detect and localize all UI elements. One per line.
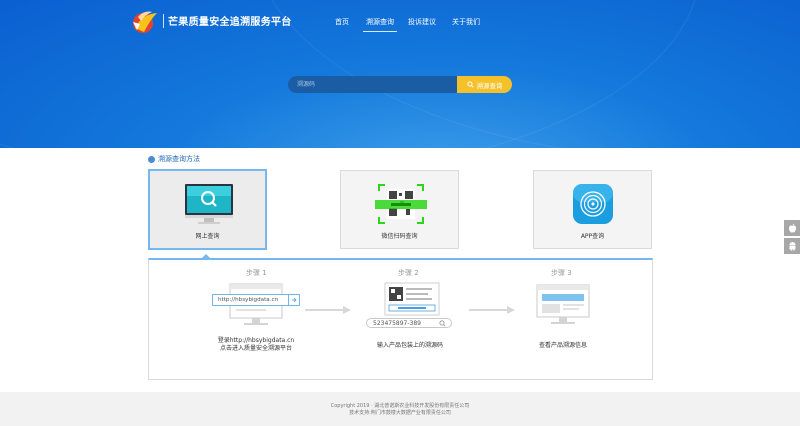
footer: Copyright 2019 · 湖北普诺斯农业科技开发股份有限责任公司 技术支… — [0, 392, 800, 426]
search-icon — [439, 319, 446, 327]
url-text: http://hbsybigdata.cn — [218, 297, 279, 303]
trace-code-display-box: 523475897-389 — [366, 318, 452, 328]
step-3-desc: 查看产品溯源信息 — [538, 342, 587, 349]
trace-code-search-input[interactable] — [288, 76, 458, 93]
section-title: 溯源查询方法 — [148, 154, 200, 164]
hero-banner — [0, 0, 800, 148]
url-box: http://hbsybigdata.cn — [212, 294, 300, 306]
step-3-title: 步骤 3 — [551, 269, 572, 277]
method-label-online: 网上查询 — [195, 233, 220, 240]
step-arrow-icon — [469, 306, 515, 314]
product-label-icon — [384, 282, 440, 316]
nav-about-us[interactable]: 关于我们 — [452, 17, 480, 27]
mango-logo-icon — [133, 11, 157, 33]
apple-icon — [788, 223, 796, 233]
trace-code-text: 523475897-389 — [373, 319, 421, 327]
method-card-wechat[interactable]: 微信扫码查询 — [340, 170, 459, 249]
section-bullet-icon — [148, 155, 155, 163]
step-arrow-icon — [305, 306, 351, 314]
step-2-desc: 输入产品包装上的溯源码 — [376, 342, 443, 349]
step-2-title: 步骤 2 — [398, 269, 419, 277]
step-1-title: 步骤 1 — [246, 269, 267, 277]
nav-trace-query[interactable]: 溯源查询 — [363, 17, 397, 32]
site-title: 芒果质量安全追溯服务平台 — [168, 17, 292, 28]
nav-home[interactable]: 首页 — [335, 17, 349, 27]
arrow-right-icon — [288, 295, 299, 305]
nav-complaints[interactable]: 投诉建议 — [408, 17, 436, 27]
footer-copyright: Copyright 2019 · 湖北普诺斯农业科技开发股份有限责任公司 — [330, 403, 470, 409]
footer-tech-support: 技术支持:荆门市鼓楼大数据产业有限责任公司 — [349, 410, 451, 416]
fingerprint-app-icon — [573, 184, 613, 224]
step-1-desc-line2: 点击进入质量安全溯源平台 — [219, 345, 292, 353]
search-icon — [466, 81, 474, 88]
trace-info-monitor-icon — [536, 284, 590, 324]
method-card-online[interactable]: 网上查询 — [148, 169, 267, 250]
ios-app-button[interactable] — [784, 220, 800, 236]
section-title-text: 溯源查询方法 — [158, 155, 200, 163]
monitor-search-icon — [185, 184, 233, 224]
android-app-button[interactable] — [784, 238, 800, 254]
step-1-desc-line1: 登录http://hbsybigdata.cn — [217, 337, 295, 344]
trace-search-button-label: 溯源查询 — [476, 81, 503, 90]
method-card-app[interactable]: APP查询 — [533, 170, 652, 249]
qr-scan-icon — [375, 184, 427, 224]
android-icon — [789, 242, 795, 251]
method-label-wechat: 微信扫码查询 — [381, 233, 418, 240]
trace-search-button[interactable]: 溯源查询 — [457, 76, 512, 93]
logo-divider — [163, 14, 164, 28]
method-label-app: APP查询 — [580, 233, 605, 240]
step-1-desc: 登录http://hbsybigdata.cn 点击进入质量安全溯源平台 — [206, 337, 306, 353]
